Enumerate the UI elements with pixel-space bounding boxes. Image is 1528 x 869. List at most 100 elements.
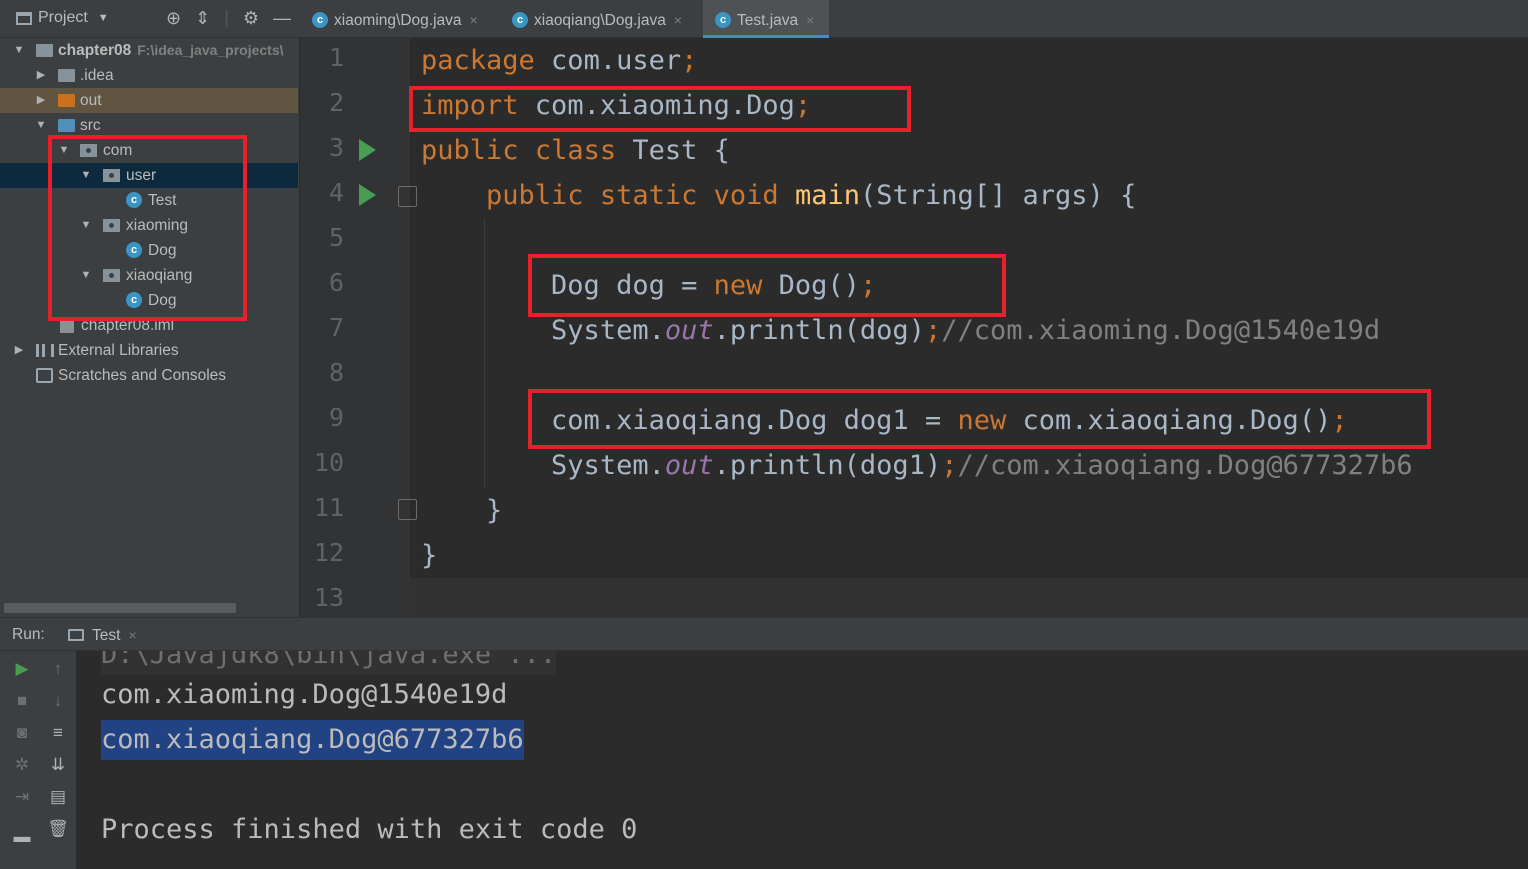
keyword: class — [534, 135, 617, 166]
code-text: .println(dog1) — [713, 450, 942, 481]
static-field: out — [664, 450, 714, 481]
close-icon[interactable]: × — [674, 12, 682, 28]
tab-label: xiaoqiang\Dog.java — [534, 12, 666, 29]
annotation-box-packages — [48, 135, 247, 321]
annotation-box-xiaoqiang-dog — [528, 389, 1431, 449]
soft-wrap-icon[interactable]: ≡ — [46, 723, 70, 743]
line-number: 7 — [328, 313, 344, 342]
stop-icon[interactable]: ■ — [10, 691, 34, 711]
toolbar-separator: | — [224, 8, 229, 28]
tree-item-label: External Libraries — [58, 342, 179, 359]
arrow-down-icon[interactable]: ↓ — [46, 691, 70, 711]
semicolon: ; — [941, 450, 958, 481]
project-header: Project ▼ ⊕ ⇕ | ⚙ — — [0, 0, 300, 38]
tab-label: Test.java — [737, 12, 799, 29]
chevron-right-icon[interactable]: ▶ — [34, 63, 48, 88]
console-line-command: D:\Javajdk8\bin\java.exe ... — [101, 651, 557, 675]
scratches-icon — [36, 368, 53, 383]
code-line-4: public static void main(String[] args) { — [421, 178, 1136, 214]
rerun-icon[interactable]: ▶ — [10, 659, 34, 679]
line-number: 5 — [328, 223, 344, 252]
chevron-down-icon[interactable]: ▼ — [34, 113, 48, 138]
gear-icon[interactable]: ⚙ — [243, 8, 259, 29]
code-text: } — [421, 540, 438, 571]
horizontal-scrollbar[interactable] — [4, 603, 236, 613]
fold-marker-icon[interactable] — [398, 186, 417, 207]
tab-xiaoming-dog[interactable]: c xiaoming\Dog.java × — [300, 0, 500, 38]
line-number: 3 — [328, 133, 344, 162]
caret-row-highlight — [410, 578, 1528, 618]
code-text: (String[] args) { — [859, 180, 1137, 211]
fold-marker-icon[interactable] — [398, 499, 417, 520]
tree-item-external-libraries[interactable]: ▶ External Libraries — [0, 338, 298, 363]
tree-item-label: chapter08 — [58, 42, 132, 59]
print-icon[interactable]: ▤ — [46, 787, 70, 807]
source-folder-icon — [58, 119, 75, 132]
project-view-selector[interactable]: Project ▼ — [16, 9, 109, 27]
run-class-icon[interactable] — [359, 139, 376, 161]
tree-item-scratches[interactable]: Scratches and Consoles — [0, 363, 298, 388]
run-title: Run: — [12, 626, 45, 643]
code-comment: //com.xiaoqiang.Dog@677327b6 — [957, 450, 1413, 481]
code-text: System. — [551, 450, 665, 481]
console-line-exit: Process finished with exit code 0 — [101, 814, 638, 845]
run-main-icon[interactable] — [359, 184, 376, 206]
code-comment: //com.xiaoming.Dog@1540e19d — [941, 315, 1381, 346]
chevron-right-icon[interactable]: ▶ — [12, 338, 26, 363]
locate-icon[interactable]: ⊕ — [166, 8, 181, 29]
arrow-up-icon[interactable]: ↑ — [46, 659, 70, 679]
tab-xiaoqiang-dog[interactable]: c xiaoqiang\Dog.java × — [500, 0, 703, 38]
keyword: static — [599, 180, 698, 211]
annotation-box-xiaoming-dog — [528, 254, 1006, 317]
method-name: main — [794, 180, 860, 211]
code-line-11: } — [421, 493, 502, 529]
chevron-down-icon[interactable]: ▼ — [12, 38, 26, 63]
line-number: 10 — [313, 448, 344, 477]
run-tool-window-header: Run: Test × — [0, 617, 1528, 651]
keyword: package — [421, 45, 535, 76]
line-number: 11 — [313, 493, 344, 522]
code-line-12: } — [421, 538, 437, 574]
line-number: 9 — [328, 403, 344, 432]
code-line-1: package com.user; — [421, 43, 697, 79]
code-line-3: public class Test { — [421, 133, 730, 169]
debug-icon[interactable]: ✲ — [10, 755, 34, 775]
line-number: 4 — [328, 178, 344, 207]
line-number: 12 — [313, 538, 344, 567]
layout-icon[interactable]: ▬ — [10, 827, 34, 847]
trash-icon[interactable]: 🗑 — [46, 819, 70, 839]
tab-label: xiaoming\Dog.java — [334, 12, 462, 29]
collapse-all-icon[interactable]: ⇕ — [195, 8, 210, 29]
chevron-down-icon: ▼ — [97, 12, 109, 24]
semicolon: ; — [924, 315, 942, 346]
editor-tab-bar: c xiaoming\Dog.java × c xiaoqiang\Dog.jav… — [300, 0, 1528, 38]
tree-item-chapter08[interactable]: ▼ chapter08 F:\idea_java_projects\ — [0, 38, 298, 63]
scroll-to-end-icon[interactable]: ⇊ — [46, 755, 70, 775]
project-tool-window: Project ▼ ⊕ ⇕ | ⚙ — ▼ chapter08 F:\idea_j… — [0, 0, 300, 617]
close-icon[interactable]: × — [470, 12, 478, 28]
chevron-right-icon[interactable]: ▶ — [34, 88, 48, 113]
console-icon — [68, 629, 84, 641]
tree-item-label: Scratches and Consoles — [58, 367, 227, 384]
keyword: public — [486, 180, 584, 211]
code-text: } — [486, 495, 503, 526]
exit-icon[interactable]: ⇥ — [10, 787, 34, 807]
close-icon[interactable]: × — [128, 627, 136, 643]
line-number: 13 — [313, 583, 344, 612]
line-number: 6 — [328, 268, 344, 297]
camera-icon[interactable]: ◙ — [10, 723, 34, 743]
code-text: Test { — [616, 135, 730, 166]
run-tab-test[interactable]: Test × — [66, 618, 149, 652]
run-toolbar: ▶ ↑ ■ ↓ ◙ ≡ ✲ ⇊ ⇥ ▤ ▬ 🗑 — [0, 651, 76, 869]
console-output[interactable]: D:\Javajdk8\bin\java.exe ... com.xiaomin… — [76, 651, 1528, 869]
tree-item-label: .idea — [80, 67, 114, 84]
class-icon: c — [512, 12, 528, 28]
tab-test[interactable]: c Test.java × — [703, 0, 829, 38]
line-number: 2 — [328, 88, 344, 117]
tree-item-idea[interactable]: ▶ .idea — [0, 63, 298, 88]
console-line: com.xiaoming.Dog@1540e19d — [101, 679, 508, 710]
close-icon[interactable]: × — [806, 12, 814, 28]
tree-item-out[interactable]: ▶ out — [0, 88, 298, 113]
hide-panel-icon[interactable]: — — [273, 8, 291, 29]
console-line-selected: com.xiaoqiang.Dog@677327b6 — [101, 720, 524, 760]
